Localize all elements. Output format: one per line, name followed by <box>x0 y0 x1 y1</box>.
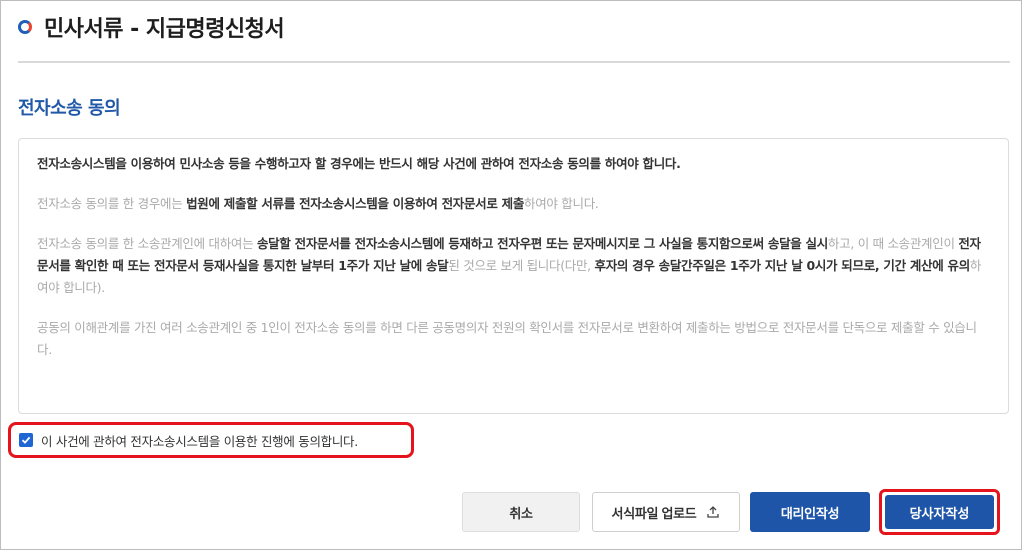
cancel-button[interactable]: 취소 <box>462 492 580 532</box>
upload-form-file-button[interactable]: 서식파일 업로드 <box>592 492 740 532</box>
upload-icon <box>706 505 720 519</box>
notice-paragraph-2: 전자소송 동의를 한 경우에는 법원에 제출할 서류를 전자소송시스템을 이용하… <box>37 193 990 215</box>
emphasis-text: 송달할 전자문서를 전자소송시스템에 등재하고 전자우편 또는 문자메시지로 그… <box>256 236 828 251</box>
consent-checkbox[interactable] <box>19 433 33 447</box>
notice-paragraph-4: 공동의 이해관계를 가진 여러 소송관계인 중 1인이 전자소송 동의를 하면 … <box>37 320 977 357</box>
plain-text: 된 것으로 보게 됩니다(다만, <box>448 258 595 273</box>
court-logo-icon <box>18 20 32 34</box>
consent-checkbox-label[interactable]: 이 사건에 관하여 전자소송시스템을 이용한 진행에 동의합니다. <box>41 431 358 450</box>
plain-text: 전자소송 동의를 한 소송관계인에 대하여는 <box>37 236 257 251</box>
notice-paragraph-3: 전자소송 동의를 한 소송관계인에 대하여는 송달할 전자문서를 전자소송시스템… <box>37 233 990 299</box>
page-title: 민사서류 - 지급명령신청서 <box>44 17 285 42</box>
title-bar: 민사서류 - 지급명령신청서 <box>18 12 285 42</box>
emphasis-text: 후자의 경우 송달간주일은 1주가 지난 날 0시가 되므로, 기간 계산에 유… <box>594 258 971 273</box>
upload-button-label: 서식파일 업로드 <box>611 505 697 521</box>
section-title: 전자소송 동의 <box>18 98 121 119</box>
emphasis-text: 법원에 제출할 서류를 전자소송시스템을 이용하여 전자문서로 제출 <box>186 196 525 211</box>
consent-agreement-row[interactable]: 이 사건에 관하여 전자소송시스템을 이용한 진행에 동의합니다. <box>8 422 414 458</box>
consent-notice-box: 전자소송시스템을 이용하여 민사소송 등을 수행하고자 할 경우에는 반드시 해… <box>18 138 1009 414</box>
title-divider <box>18 61 1010 63</box>
plain-text: 전자소송 동의를 한 경우에는 <box>37 196 187 211</box>
notice-paragraph-1: 전자소송시스템을 이용하여 민사소송 등을 수행하고자 할 경우에는 반드시 해… <box>37 156 681 171</box>
agent-write-button[interactable]: 대리인작성 <box>750 492 870 532</box>
check-icon <box>21 436 31 444</box>
party-write-button[interactable]: 당사자작성 <box>885 495 994 529</box>
plain-text: 하여야 합니다. <box>524 196 599 211</box>
plain-text: 하고, 이 때 소송관계인이 <box>827 236 959 251</box>
